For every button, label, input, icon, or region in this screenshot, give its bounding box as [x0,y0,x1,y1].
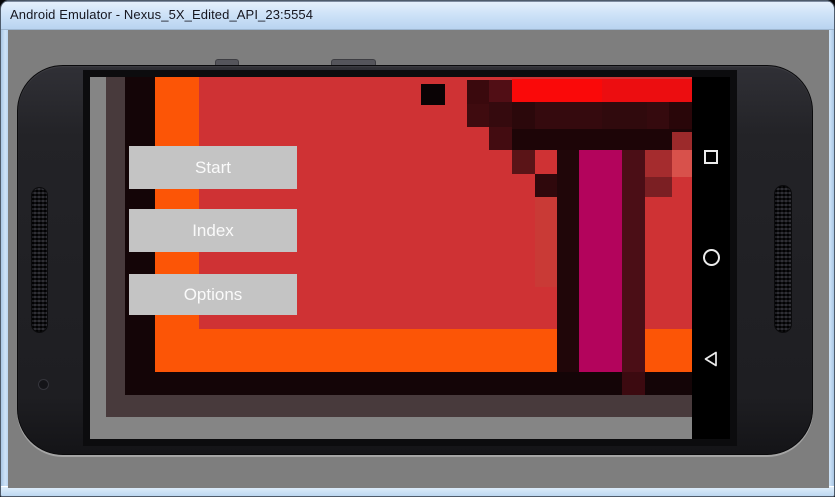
options-button[interactable]: Options [129,274,297,315]
android-nav-bar [692,77,730,439]
camera-dot [38,379,49,390]
recents-button[interactable] [692,137,730,177]
game-pixel-block [645,177,672,197]
game-pixel-block [622,150,645,372]
window-title: Android Emulator - Nexus_5X_Edited_API_2… [10,7,313,22]
game-pixel-block [106,395,692,417]
recents-square-icon [704,150,718,164]
game-pixel-block [512,79,602,102]
game-pixel-block [602,102,647,129]
speaker-grille-right [774,185,792,333]
game-pixel-block [467,80,489,104]
game-pixel-block [421,84,445,105]
game-viewport: Start Index Options [106,77,692,417]
game-pixel-block [535,174,557,197]
index-button[interactable]: Index [129,209,297,252]
back-button[interactable] [692,339,730,379]
emulator-window: Android Emulator - Nexus_5X_Edited_API_2… [0,0,835,497]
game-pixel-block [125,372,692,395]
game-pixel-block [467,104,489,127]
game-pixel-block [669,102,692,129]
speaker-grille-left [31,187,48,333]
game-pixel-block [672,150,692,177]
window-frame-left [1,30,8,486]
game-pixel-block [512,102,535,129]
game-pixel-block [512,150,535,174]
phone-skin: Start Index Options [17,65,813,455]
game-pixel-block [557,150,579,372]
start-button[interactable]: Start [129,146,297,189]
options-button-label: Options [184,285,243,305]
title-bar[interactable]: Android Emulator - Nexus_5X_Edited_API_2… [1,1,834,30]
back-triangle-icon [702,350,720,368]
game-pixel-block [622,372,645,395]
phone-screen: Start Index Options [90,77,730,439]
game-pixel-block [489,127,512,150]
start-button-label: Start [195,158,231,178]
game-pixel-block [672,132,692,150]
emulator-client-area: Start Index Options [8,30,829,488]
game-pixel-block [106,77,125,417]
home-button[interactable] [692,237,730,277]
game-pixel-block [512,129,692,150]
game-pixel-block [535,197,557,287]
index-button-label: Index [192,221,234,241]
game-pixel-block [602,79,692,102]
game-pixel-block [579,150,622,372]
home-circle-icon [703,249,720,266]
game-pixel-block [645,150,672,177]
